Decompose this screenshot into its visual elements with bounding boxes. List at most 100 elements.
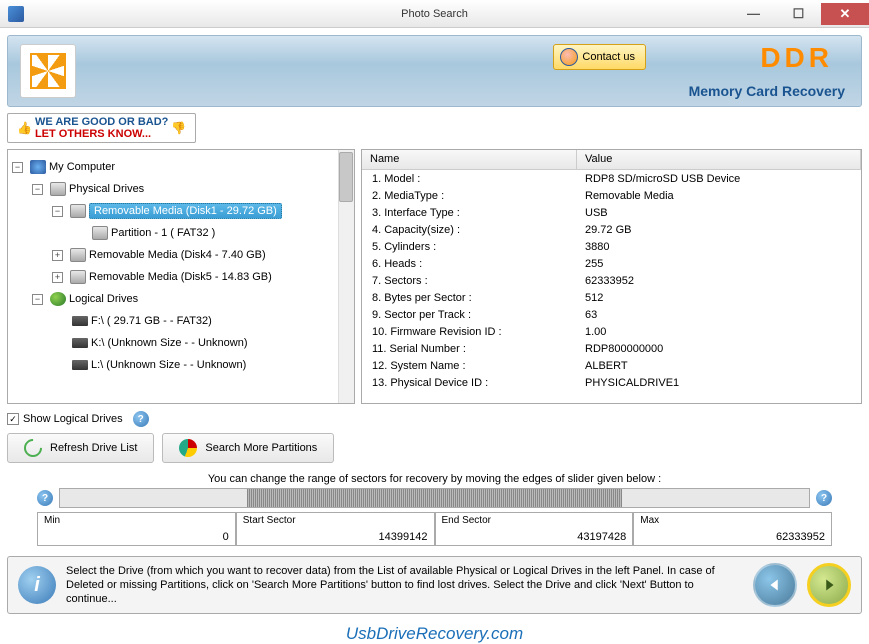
detail-value: ALBERT xyxy=(577,360,861,372)
detail-name: 9. Sector per Track : xyxy=(362,309,577,321)
detail-name: 7. Sectors : xyxy=(362,275,577,287)
brand-logo: DDR xyxy=(760,42,833,74)
detail-value: 63 xyxy=(577,309,861,321)
slider-caption: You can change the range of sectors for … xyxy=(37,473,832,485)
detail-row[interactable]: 7. Sectors :62333952 xyxy=(362,272,861,289)
detail-row[interactable]: 1. Model :RDP8 SD/microSD USB Device xyxy=(362,170,861,187)
detail-name: 8. Bytes per Sector : xyxy=(362,292,577,304)
thumbs-up-icon: 👍 xyxy=(17,121,32,135)
detail-value: PHYSICALDRIVE1 xyxy=(577,377,861,389)
help-icon[interactable]: ? xyxy=(816,490,832,506)
footer-help-text: Select the Drive (from which you want to… xyxy=(66,564,743,607)
detail-value: 62333952 xyxy=(577,275,861,287)
detail-name: 5. Cylinders : xyxy=(362,241,577,253)
drive-icon xyxy=(70,248,86,262)
thumbs-down-icon: 👎 xyxy=(171,121,186,135)
column-value[interactable]: Value xyxy=(577,150,861,169)
detail-name: 6. Heads : xyxy=(362,258,577,270)
collapse-icon[interactable]: − xyxy=(12,162,23,173)
detail-name: 12. System Name : xyxy=(362,360,577,372)
tree-partition1[interactable]: Partition - 1 ( FAT32 ) xyxy=(12,222,350,244)
detail-value: 1.00 xyxy=(577,326,861,338)
detail-value: RDP8 SD/microSD USB Device xyxy=(577,173,861,185)
sector-range-slider[interactable] xyxy=(59,488,810,508)
detail-value: 255 xyxy=(577,258,861,270)
drive-icon xyxy=(72,338,88,348)
drive-icon xyxy=(70,204,86,218)
detail-row[interactable]: 4. Capacity(size) :29.72 GB xyxy=(362,221,861,238)
detail-row[interactable]: 10. Firmware Revision ID :1.00 xyxy=(362,323,861,340)
app-icon xyxy=(8,6,24,22)
detail-value: 29.72 GB xyxy=(577,224,861,236)
tree-drive-k[interactable]: K:\ (Unknown Size - - Unknown) xyxy=(12,332,350,354)
sector-max-box: Max62333952 xyxy=(633,512,832,546)
footer-bar: i Select the Drive (from which you want … xyxy=(7,556,862,614)
tree-physical-drives[interactable]: −Physical Drives xyxy=(12,178,350,200)
partition-icon xyxy=(92,226,108,240)
header-banner: Contact us DDR Memory Card Recovery xyxy=(7,35,862,107)
detail-value: 3880 xyxy=(577,241,861,253)
detail-name: 3. Interface Type : xyxy=(362,207,577,219)
brand-tagline: Memory Card Recovery xyxy=(689,83,845,99)
close-button[interactable]: ✕ xyxy=(821,3,869,25)
tree-drive-f[interactable]: F:\ ( 29.71 GB - - FAT32) xyxy=(12,310,350,332)
detail-row[interactable]: 3. Interface Type :USB xyxy=(362,204,861,221)
detail-row[interactable]: 6. Heads :255 xyxy=(362,255,861,272)
detail-row[interactable]: 9. Sector per Track :63 xyxy=(362,306,861,323)
detail-row[interactable]: 5. Cylinders :3880 xyxy=(362,238,861,255)
collapse-icon[interactable]: − xyxy=(32,184,43,195)
search-more-partitions-button[interactable]: Search More Partitions xyxy=(162,433,334,463)
watermark: UsbDriveRecovery.com xyxy=(0,624,869,644)
feedback-button[interactable]: 👍 WE ARE GOOD OR BAD? LET OTHERS KNOW...… xyxy=(7,113,196,143)
detail-row[interactable]: 12. System Name :ALBERT xyxy=(362,357,861,374)
help-icon[interactable]: ? xyxy=(37,490,53,506)
detail-row[interactable]: 8. Bytes per Sector :512 xyxy=(362,289,861,306)
checkbox-icon: ✓ xyxy=(7,413,19,425)
drive-icon xyxy=(72,316,88,326)
drive-icon xyxy=(72,360,88,370)
detail-value: RDP800000000 xyxy=(577,343,861,355)
scrollbar[interactable] xyxy=(338,150,354,403)
maximize-button[interactable]: ☐ xyxy=(776,3,821,25)
tree-disk5[interactable]: +Removable Media (Disk5 - 14.83 GB) xyxy=(12,266,350,288)
tree-drive-l[interactable]: L:\ (Unknown Size - - Unknown) xyxy=(12,354,350,376)
collapse-icon[interactable]: − xyxy=(52,206,63,217)
minimize-button[interactable]: — xyxy=(731,3,776,25)
contact-us-button[interactable]: Contact us xyxy=(553,44,646,70)
next-button[interactable] xyxy=(807,563,851,607)
info-icon: i xyxy=(18,566,56,604)
sector-end-box: End Sector43197428 xyxy=(435,512,634,546)
tree-disk4[interactable]: +Removable Media (Disk4 - 7.40 GB) xyxy=(12,244,350,266)
show-logical-checkbox[interactable]: ✓ Show Logical Drives xyxy=(7,413,123,425)
pie-chart-icon xyxy=(179,439,197,457)
detail-name: 11. Serial Number : xyxy=(362,343,577,355)
detail-row[interactable]: 11. Serial Number :RDP800000000 xyxy=(362,340,861,357)
expand-icon[interactable]: + xyxy=(52,272,63,283)
back-button[interactable] xyxy=(753,563,797,607)
detail-row[interactable]: 13. Physical Device ID :PHYSICALDRIVE1 xyxy=(362,374,861,391)
detail-row[interactable]: 2. MediaType :Removable Media xyxy=(362,187,861,204)
detail-value: Removable Media xyxy=(577,190,861,202)
detail-value: USB xyxy=(577,207,861,219)
titlebar[interactable]: Photo Search — ☐ ✕ xyxy=(0,0,869,28)
detail-name: 13. Physical Device ID : xyxy=(362,377,577,389)
person-icon xyxy=(560,48,578,66)
tree-disk1[interactable]: −Removable Media (Disk1 - 29.72 GB) xyxy=(12,200,350,222)
refresh-drive-list-button[interactable]: Refresh Drive List xyxy=(7,433,154,463)
help-icon[interactable]: ? xyxy=(133,411,149,427)
drive-tree-panel: −My Computer −Physical Drives −Removable… xyxy=(7,149,355,404)
tree-logical-drives[interactable]: −Logical Drives xyxy=(12,288,350,310)
drive-icon xyxy=(70,270,86,284)
column-name[interactable]: Name xyxy=(362,150,577,169)
window-title: Photo Search xyxy=(401,8,468,20)
tree-root[interactable]: −My Computer xyxy=(12,156,350,178)
sector-start-box: Start Sector14399142 xyxy=(236,512,435,546)
globe-icon xyxy=(50,292,66,306)
expand-icon[interactable]: + xyxy=(52,250,63,261)
detail-value: 512 xyxy=(577,292,861,304)
detail-name: 1. Model : xyxy=(362,173,577,185)
app-logo xyxy=(20,44,76,98)
collapse-icon[interactable]: − xyxy=(32,294,43,305)
detail-panel: Name Value 1. Model :RDP8 SD/microSD USB… xyxy=(361,149,862,404)
detail-name: 2. MediaType : xyxy=(362,190,577,202)
